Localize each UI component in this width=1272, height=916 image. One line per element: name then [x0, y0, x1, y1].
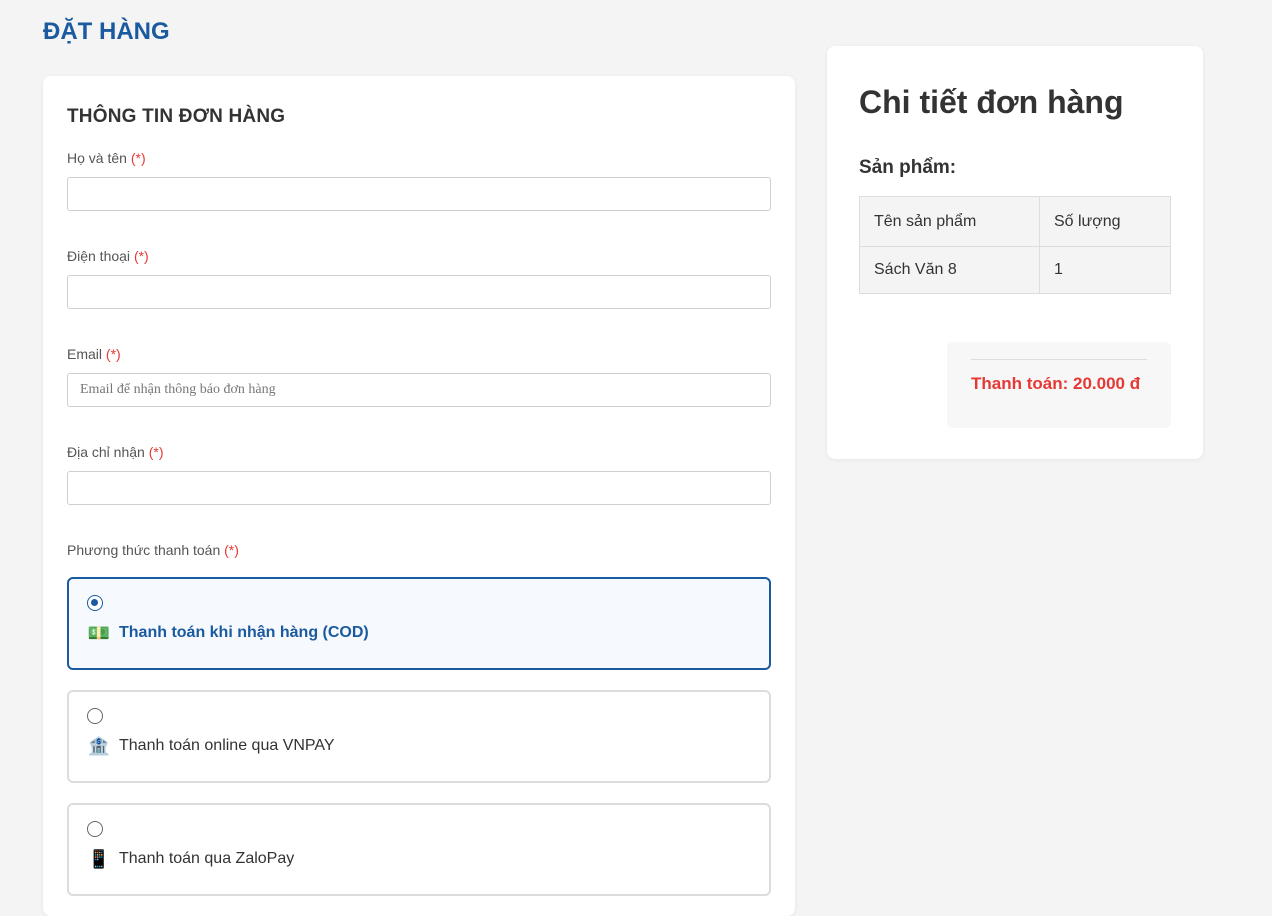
email-input[interactable] — [67, 373, 771, 407]
payment-option-row: 📱 Thanh toán qua ZaloPay — [87, 849, 751, 869]
address-label-text: Địa chỉ nhận — [67, 444, 145, 460]
product-name-cell: Sách Văn 8 — [859, 246, 1040, 294]
order-info-title: THÔNG TIN ĐƠN HÀNG — [67, 106, 286, 127]
full-name-label-text: Họ và tên — [67, 150, 127, 166]
payment-radio-cod[interactable] — [87, 595, 103, 611]
phone-input[interactable] — [67, 275, 771, 309]
payment-radio-zalopay[interactable] — [87, 821, 103, 837]
order-summary-title: Chi tiết đơn hàng — [859, 84, 1124, 120]
products-heading: Sản phẩm: — [859, 157, 957, 178]
total-box: Thanh toán: 20.000 đ — [947, 342, 1171, 428]
products-table: Tên sản phẩm Số lượng Sách Văn 8 1 — [859, 196, 1172, 294]
divider — [971, 359, 1147, 360]
required-marker: (*) — [224, 542, 239, 558]
required-marker: (*) — [105, 346, 121, 362]
full-name-label: Họ và tên (*) — [67, 150, 771, 166]
column-header-quantity: Số lượng — [1038, 196, 1172, 247]
email-label: Email (*) — [67, 346, 771, 362]
required-marker: (*) — [148, 444, 164, 460]
phone-label: Điện thoại (*) — [67, 248, 771, 264]
bank-icon: 🏦 — [87, 736, 111, 756]
table-header-row: Tên sản phẩm Số lượng — [859, 196, 1172, 247]
mobile-phone-icon: 📱 — [87, 849, 111, 869]
payment-method-label: Phương thức thanh toán (*) — [67, 542, 771, 558]
quantity-cell: 1 — [1038, 246, 1172, 294]
email-label-text: Email — [67, 346, 103, 362]
order-summary-card: Chi tiết đơn hàng Sản phẩm: Tên sản phẩm… — [827, 46, 1203, 459]
payment-option-zalopay[interactable]: 📱 Thanh toán qua ZaloPay — [67, 803, 771, 896]
required-marker: (*) — [130, 150, 146, 166]
payment-option-row: 🏦 Thanh toán online qua VNPAY — [87, 736, 751, 756]
table-row: Sách Văn 8 1 — [859, 246, 1172, 294]
address-label: Địa chỉ nhận (*) — [67, 444, 771, 460]
money-icon: 💵 — [87, 623, 111, 643]
phone-label-text: Điện thoại — [67, 248, 131, 264]
address-input[interactable] — [67, 471, 771, 505]
payment-method-label-text: Phương thức thanh toán — [67, 542, 221, 558]
total-amount: Thanh toán: 20.000 đ — [971, 374, 1141, 393]
page-title: ĐẶT HÀNG — [43, 18, 170, 45]
payment-option-label: Thanh toán qua ZaloPay — [119, 850, 295, 867]
payment-option-vnpay[interactable]: 🏦 Thanh toán online qua VNPAY — [67, 690, 771, 783]
required-marker: (*) — [133, 248, 149, 264]
payment-option-row: 💵 Thanh toán khi nhận hàng (COD) — [87, 623, 751, 643]
full-name-input[interactable] — [67, 177, 771, 211]
payment-radio-vnpay[interactable] — [87, 708, 103, 724]
payment-option-cod[interactable]: 💵 Thanh toán khi nhận hàng (COD) — [67, 577, 771, 670]
column-header-product-name: Tên sản phẩm — [859, 196, 1040, 247]
payment-option-label: Thanh toán khi nhận hàng (COD) — [119, 624, 369, 641]
payment-option-label: Thanh toán online qua VNPAY — [119, 737, 335, 754]
order-info-card: THÔNG TIN ĐƠN HÀNG Họ và tên (*) Điện th… — [43, 76, 795, 916]
